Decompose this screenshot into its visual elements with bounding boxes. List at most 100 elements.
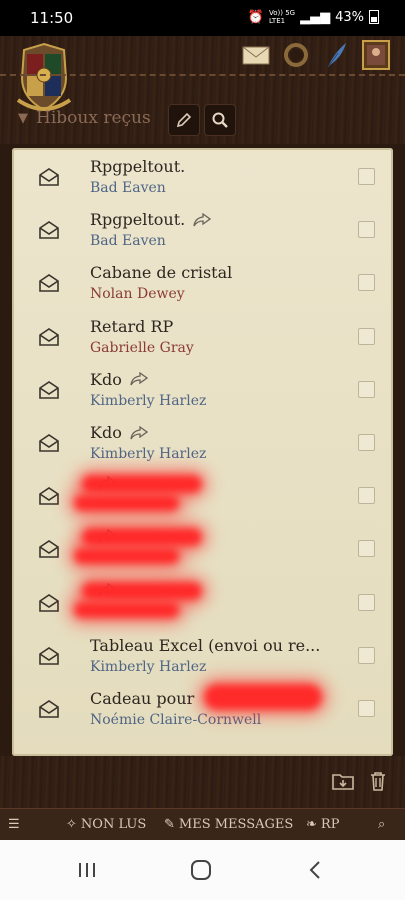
message-subject-text: Cabane de cristal xyxy=(90,263,233,283)
message-list: Rpgpeltout. Bad Eaven Rpgpeltout. Bad Eaven… xyxy=(12,148,393,756)
select-checkbox[interactable] xyxy=(358,380,375,398)
message-subject-text: Rpgpeltout. xyxy=(90,210,186,230)
message-row[interactable] xyxy=(12,469,393,522)
message-subject[interactable]: Kdo xyxy=(90,423,148,442)
envelope-open-icon xyxy=(39,380,59,399)
message-author[interactable]: Nolan Dewey xyxy=(90,286,185,302)
envelope-open-icon xyxy=(39,593,59,612)
message-author[interactable]: Bad Eaven xyxy=(90,233,166,249)
nav-unread[interactable]: ✧ NON LUS xyxy=(66,817,146,832)
message-author[interactable]: Kimberly Harlez xyxy=(90,446,206,462)
nav-rp-label: RP xyxy=(320,817,340,832)
message-subject-text: Retard RP xyxy=(90,316,174,336)
message-subject-text: Tableau Excel (envoi ou re... xyxy=(90,635,321,655)
folder-selector[interactable]: ▼ Hiboux reçus xyxy=(18,108,151,128)
message-subject[interactable]: Cabane de cristal xyxy=(90,263,232,282)
menu-icon[interactable]: ☰ xyxy=(8,817,20,832)
battery-icon xyxy=(369,10,379,24)
select-checkbox[interactable] xyxy=(358,434,375,451)
portrait-icon[interactable] xyxy=(361,40,391,70)
folder-label: Hiboux reçus xyxy=(36,108,151,128)
redaction-mark xyxy=(82,581,202,600)
nav-rp[interactable]: ❧ RP xyxy=(306,817,339,832)
message-subject-text: Kdo xyxy=(90,369,122,389)
search-icon xyxy=(212,112,228,128)
message-row[interactable]: Kdo Kimberly Harlez xyxy=(12,363,393,416)
message-row[interactable]: Cadeau pour Noémie Claire-Cornwell xyxy=(12,682,393,735)
envelope-open-icon xyxy=(39,700,59,718)
message-row[interactable]: Retard RP Gabrielle Gray xyxy=(12,310,393,363)
message-subject[interactable]: Rpgpeltout. xyxy=(90,210,212,230)
message-subject[interactable]: Cadeau pour xyxy=(90,689,194,708)
quill-icon[interactable] xyxy=(321,40,351,70)
forward-icon xyxy=(130,425,148,439)
message-row[interactable]: Cabane de cristal Nolan Dewey xyxy=(12,256,393,309)
message-author[interactable]: Noémie Claire-Cornwell xyxy=(90,712,261,728)
recent-apps-icon xyxy=(79,863,95,877)
nav-search-icon[interactable]: ⌕ xyxy=(378,817,385,832)
select-checkbox[interactable] xyxy=(358,168,375,185)
message-author[interactable]: Kimberly Harlez xyxy=(90,659,206,675)
top-toolbar xyxy=(241,40,391,70)
redaction-mark xyxy=(82,475,202,494)
home-button[interactable] xyxy=(186,858,216,882)
message-author[interactable]: Kimberly Harlez xyxy=(90,393,206,409)
message-subject[interactable]: Kdo xyxy=(90,370,148,389)
envelope-open-icon xyxy=(39,274,59,293)
select-checkbox[interactable] xyxy=(358,540,375,558)
envelope-open-icon xyxy=(39,221,59,239)
envelope-icon[interactable] xyxy=(241,40,271,70)
recent-apps-button[interactable] xyxy=(72,858,102,882)
message-row[interactable]: Rpgpeltout. Bad Eaven xyxy=(12,150,393,203)
caret-down-icon: ▼ xyxy=(18,110,28,126)
sparkle-icon: ✧ xyxy=(66,817,77,832)
select-checkbox[interactable] xyxy=(358,593,375,611)
select-checkbox[interactable] xyxy=(358,700,375,717)
battery-percent: 43% xyxy=(335,9,364,25)
message-row[interactable] xyxy=(12,576,393,629)
hogwarts-crest-icon[interactable] xyxy=(12,38,76,116)
redaction-mark xyxy=(74,601,179,618)
action-bar xyxy=(0,756,405,808)
message-author[interactable]: Gabrielle Gray xyxy=(90,340,194,356)
message-subject-text: Cadeau pour xyxy=(90,689,195,708)
compose-button[interactable] xyxy=(168,104,200,136)
search-button[interactable] xyxy=(204,104,236,136)
forward-icon xyxy=(193,212,212,227)
message-row[interactable]: Tableau Excel (envoi ou re... Kimberly Ha… xyxy=(12,629,393,682)
app-header: ▼ Hiboux reçus xyxy=(0,36,405,144)
back-button[interactable] xyxy=(300,858,330,882)
pencil-icon xyxy=(176,112,192,128)
message-author[interactable]: Bad Eaven xyxy=(90,180,166,196)
delete-button[interactable] xyxy=(365,768,391,794)
move-button[interactable] xyxy=(330,768,356,794)
select-checkbox[interactable] xyxy=(358,646,375,664)
signal-icon: ▂▄▆ xyxy=(300,9,331,25)
quill-small-icon: ✎ xyxy=(164,817,175,832)
message-row[interactable]: Kdo Kimberly Harlez xyxy=(12,416,393,469)
alarm-icon: ⏰ xyxy=(247,9,264,25)
redaction-mark xyxy=(74,548,179,565)
back-icon xyxy=(309,861,320,879)
folder-move-icon xyxy=(332,774,354,790)
select-checkbox[interactable] xyxy=(358,274,375,292)
envelope-open-icon xyxy=(39,487,59,505)
network-label: Vo)) 5G LTE1 xyxy=(269,9,296,25)
envelope-open-icon xyxy=(39,327,59,346)
redaction-mark xyxy=(204,684,322,710)
message-row[interactable]: Rpgpeltout. Bad Eaven xyxy=(12,203,393,256)
message-subject[interactable]: Retard RP xyxy=(90,317,173,336)
nav-my-messages[interactable]: ✎ MES MESSAGES xyxy=(164,817,293,832)
select-checkbox[interactable] xyxy=(358,327,375,345)
select-checkbox[interactable] xyxy=(358,221,375,239)
select-checkbox[interactable] xyxy=(358,487,375,505)
message-subject[interactable]: Tableau Excel (envoi ou re... xyxy=(90,636,320,655)
forum-nav: ☰ ✧ NON LUS ✎ MES MESSAGES ❧ RP ⌕ xyxy=(0,808,405,841)
ring-icon[interactable] xyxy=(281,40,311,70)
envelope-open-icon xyxy=(39,434,59,452)
status-indicators: ⏰ Vo)) 5G LTE1 ▂▄▆ 43% xyxy=(248,9,379,25)
redaction-mark xyxy=(82,528,202,547)
message-row[interactable] xyxy=(12,522,393,575)
message-subject[interactable]: Rpgpeltout. xyxy=(90,157,185,176)
nav-unread-label: NON LUS xyxy=(80,817,147,832)
